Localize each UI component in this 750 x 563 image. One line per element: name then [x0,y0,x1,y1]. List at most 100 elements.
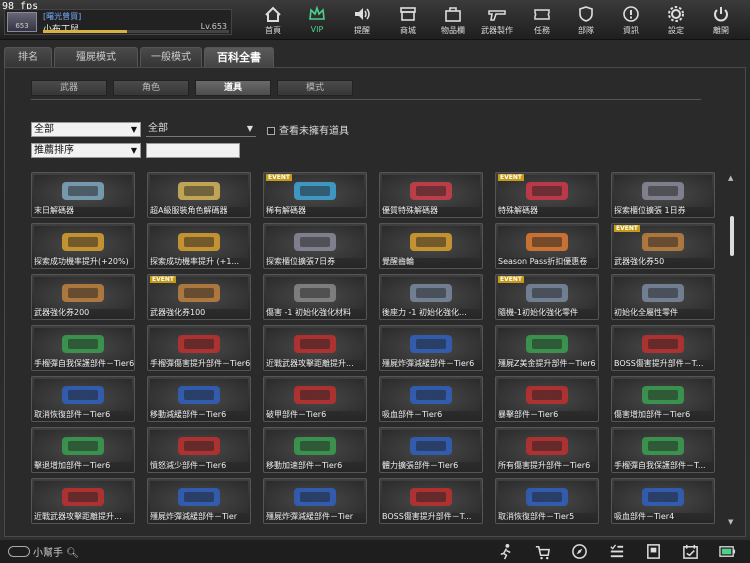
nav-button-shield[interactable]: 部隊 [567,2,605,38]
show-unowned-checkbox[interactable]: 查看未擁有道具 [267,122,349,137]
item-card[interactable]: 殭屍炸彈減緩部件－Tier [263,478,367,524]
item-card[interactable]: 覺醒齒輪 [379,223,483,269]
toggle-switch[interactable] [8,546,30,557]
item-icon [498,379,596,411]
item-card[interactable]: 探索成功機率提升 (+1... [147,223,251,269]
category-dropdown[interactable]: 全部 ▼ [31,122,141,137]
item-icon [498,430,596,462]
subtab-weapons[interactable]: 武器 [31,80,107,96]
item-card[interactable]: 殭屍炸彈減緩部件－Tier6 [379,325,483,371]
show-unowned-label: 查看未擁有道具 [279,126,349,137]
subtab-modes[interactable]: 模式 [277,80,353,96]
item-card[interactable]: 後座力 -1 初始化強化... [379,274,483,320]
nav-button-speaker[interactable]: 提醒 [343,2,381,38]
item-card[interactable]: 取消恢復部件－Tier5 [495,478,599,524]
player-profile[interactable]: 653 [曙光曾買] 小布丁鼠 Lv.653 [4,9,232,35]
scroll-up-icon[interactable]: ▲ [728,174,733,182]
tab-ranking[interactable]: 排名 [4,47,52,67]
item-card[interactable]: EVENT 特殊解碼器 [495,172,599,218]
item-card[interactable]: 殭屍Z美金提升部件－Tier6 [495,325,599,371]
item-card[interactable]: 手榴彈傷害提升部件－Tier6 [147,325,251,371]
item-icon [614,481,712,513]
tab-zombie-mode[interactable]: 殭屍模式 [54,47,138,67]
nav-button-shop[interactable]: 商城 [389,2,427,38]
nav-button-gun[interactable]: 武器製作 [478,2,516,38]
book-icon[interactable] [645,543,662,560]
helper-label: 小幫手 [33,548,63,559]
helper-toggle[interactable]: 小幫手 🔍︎ [8,544,79,559]
item-card[interactable]: EVENT 武器強化券100 [147,274,251,320]
item-card[interactable]: 傷害 -1 初始化強化材料 [263,274,367,320]
checkbox-box[interactable] [267,127,275,135]
item-card[interactable]: 破甲部件－Tier6 [263,376,367,422]
item-label: 吸血部件－Tier6 [382,410,443,419]
item-card[interactable]: 殭屍炸彈減緩部件－Tier [147,478,251,524]
tab-encyclopedia[interactable]: 百科全書 [204,47,274,67]
item-card[interactable]: BOSS傷害提升部件－T... [379,478,483,524]
scrollbar[interactable]: ▲ ▼ [727,172,737,528]
item-icon [150,379,248,411]
search-input[interactable] [146,143,240,158]
sort-dropdown[interactable]: 推薦排序 ▼ [31,143,141,158]
item-card[interactable]: 吸血部件－Tier6 [379,376,483,422]
item-card[interactable]: 移動加速部件－Tier6 [263,427,367,473]
item-card[interactable]: EVENT 武器強化券50 [611,223,715,269]
item-icon [150,226,248,258]
search-icon[interactable]: 🔍︎ [66,548,79,559]
item-card[interactable]: 武器強化券200 [31,274,135,320]
subtab-characters[interactable]: 角色 [113,80,189,96]
item-card[interactable]: 近戰武器攻擊距離提升... [263,325,367,371]
tab-normal-mode[interactable]: 一般模式 [140,47,202,67]
item-icon [614,277,712,309]
item-card[interactable]: EVENT 隨機-1初始化強化零件 [495,274,599,320]
item-card[interactable]: 取消恢復部件－Tier6 [31,376,135,422]
item-card[interactable]: 暴擊部件－Tier6 [495,376,599,422]
scroll-down-icon[interactable]: ▼ [728,518,733,526]
item-icon [34,328,132,360]
item-card[interactable]: 探索櫃位擴張7日券 [263,223,367,269]
item-card[interactable]: 吸血部件－Tier4 [611,478,715,524]
item-card[interactable]: 近戰武器攻擊距離提升... [31,478,135,524]
item-card[interactable]: 初始化全屬性零件 [611,274,715,320]
nav-button-gear[interactable]: 設定 [657,2,695,38]
item-card[interactable]: 手榴彈自我保護部件－T... [611,427,715,473]
item-label: 探索成功機率提升 (+1... [150,257,240,266]
calendar-icon[interactable] [682,543,699,560]
item-card[interactable]: 所有傷害提升部件－Tier6 [495,427,599,473]
scrollbar-thumb[interactable] [730,216,734,256]
item-card[interactable]: 優質特殊解碼器 [379,172,483,218]
compass-icon[interactable] [571,543,588,560]
item-label: 探索櫃位擴張 1日券 [614,206,686,215]
nav-button-briefcase[interactable]: 物品欄 [434,2,472,38]
item-label: 優質特殊解碼器 [382,206,438,215]
battery-icon[interactable] [719,543,736,560]
checklist-icon[interactable] [608,543,625,560]
item-card[interactable]: 憤怒減少部件－Tier6 [147,427,251,473]
item-card[interactable]: BOSS傷害提升部件－T... [611,325,715,371]
item-card[interactable]: 體力擴張部件－Tier6 [379,427,483,473]
item-icon [266,226,364,258]
nav-label: 商城 [400,26,416,35]
cart-icon[interactable] [534,543,551,560]
nav-button-info[interactable]: 資訊 [612,2,650,38]
item-card[interactable]: 移動減緩部件－Tier6 [147,376,251,422]
item-icon [266,379,364,411]
item-icon [382,481,480,513]
item-card[interactable]: EVENT 稀有解碼器 [263,172,367,218]
item-card[interactable]: Season Pass折扣優惠卷 [495,223,599,269]
subtab-items[interactable]: 道具 [195,80,271,96]
nav-button-home[interactable]: 首頁 [254,2,292,38]
item-card[interactable]: 探索櫃位擴張 1日券 [611,172,715,218]
subcategory-dropdown[interactable]: 全部 ▼ [146,122,256,137]
nav-button-power[interactable]: 離開 [702,2,740,38]
nav-button-crown[interactable]: VIP [298,2,336,38]
item-card[interactable]: 傷害增加部件－Tier6 [611,376,715,422]
nav-button-ticket[interactable]: 任務 [523,2,561,38]
item-card[interactable]: 擊退增加部件－Tier6 [31,427,135,473]
run-icon[interactable] [497,543,514,560]
item-card[interactable]: 探索成功機率提升(+20%) [31,223,135,269]
item-card[interactable]: 手榴彈自我保護部件－Tier6 [31,325,135,371]
item-card[interactable]: 超A級服裝角色解碼器 [147,172,251,218]
item-icon [614,379,712,411]
item-card[interactable]: 末日解碼器 [31,172,135,218]
